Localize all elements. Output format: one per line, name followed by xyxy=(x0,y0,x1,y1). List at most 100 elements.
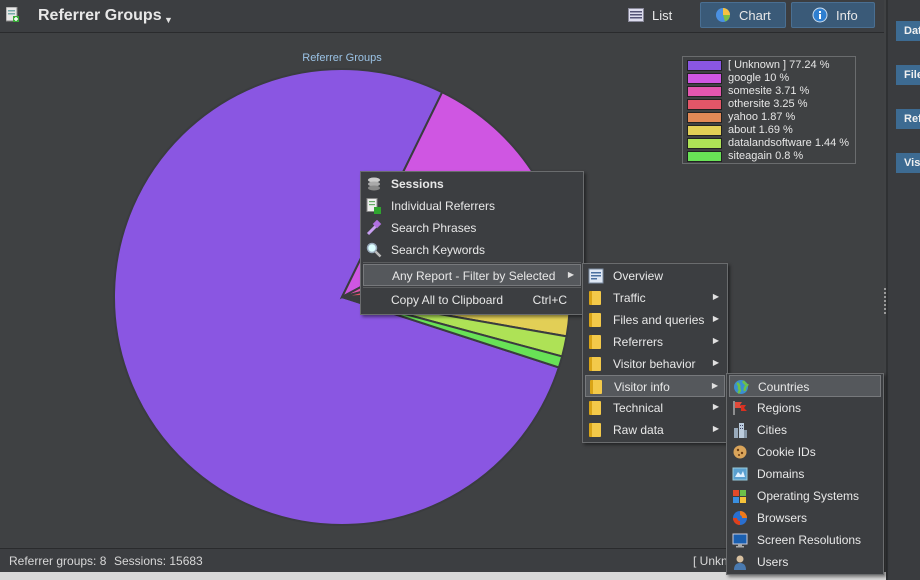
legend-swatch xyxy=(687,59,722,71)
menu-item-copy-all[interactable]: Copy All to Clipboard Ctrl+C xyxy=(363,289,581,311)
tools-icon xyxy=(366,220,382,236)
splitter-grip[interactable] xyxy=(884,288,886,314)
menu-item-label: Files and queries xyxy=(613,313,705,327)
legend-item: datalandsoftware 1.44 % xyxy=(687,137,849,149)
legend-label: datalandsoftware 1.44 % xyxy=(728,137,850,149)
legend-swatch xyxy=(687,111,722,123)
menu-item-label: Search Keywords xyxy=(391,243,486,257)
report-submenu: Overview Traffic ▶ Files and queries ▶ R… xyxy=(582,263,728,443)
menu-item-sessions[interactable]: Sessions xyxy=(363,173,581,195)
cookie-icon xyxy=(733,445,747,459)
menu-item-label: Overview xyxy=(613,269,664,283)
menu-item-regions[interactable]: Regions xyxy=(729,397,881,419)
menu-item-label: Copy All to Clipboard xyxy=(391,293,504,307)
side-tab-visitors[interactable]: Visi xyxy=(896,153,920,173)
menu-item-technical[interactable]: Technical ▶ xyxy=(585,397,725,419)
legend-item: somesite 3.71 % xyxy=(687,85,809,97)
legend-item: [ Unknown ] 77.24 % xyxy=(687,59,830,71)
menu-item-label: Countries xyxy=(758,380,810,394)
menu-item-visitor-info[interactable]: Visitor info ▶ xyxy=(585,375,725,397)
chevron-right-icon: ▶ xyxy=(712,292,719,301)
chevron-right-icon: ▶ xyxy=(712,358,719,367)
flag-icon xyxy=(733,401,747,415)
menu-item-overview[interactable]: Overview xyxy=(585,265,725,287)
menu-item-shortcut: Ctrl+C xyxy=(532,293,567,307)
menu-item-label: Domains xyxy=(757,467,805,481)
status-sessions: Sessions: 15683 xyxy=(114,554,203,568)
menu-item-label: Individual Referrers xyxy=(391,199,496,213)
menu-item-label: Operating Systems xyxy=(757,489,860,503)
menu-item-label: Cookie IDs xyxy=(757,445,816,459)
menu-item-label: Technical xyxy=(613,401,664,415)
monitor-icon xyxy=(732,533,748,548)
visitor-info-submenu: Countries Regions Cities Cookie IDs Doma… xyxy=(726,373,884,575)
status-groups: Referrer groups: 8 xyxy=(9,554,107,568)
legend-label: [ Unknown ] 77.24 % xyxy=(728,59,830,71)
menu-item-domains[interactable]: Domains xyxy=(729,463,881,485)
menu-item-label: Any Report - Filter by Selected xyxy=(392,269,556,283)
chevron-right-icon: ▶ xyxy=(712,402,719,411)
legend-item: yahoo 1.87 % xyxy=(687,111,795,123)
overview-icon xyxy=(588,268,604,284)
menu-item-label: Sessions xyxy=(391,177,444,191)
right-side-panel: Dat File Ref Visi xyxy=(886,0,920,580)
menu-item-visitor-behavior[interactable]: Visitor behavior ▶ xyxy=(585,353,725,375)
menu-item-operating-systems[interactable]: Operating Systems xyxy=(729,485,881,507)
menu-item-label: Browsers xyxy=(757,511,808,525)
menu-item-label: Cities xyxy=(757,423,788,437)
folder-icon xyxy=(589,357,601,371)
chevron-right-icon: ▶ xyxy=(712,314,719,323)
menu-item-search-keywords[interactable]: Search Keywords xyxy=(363,239,581,261)
legend-label: yahoo 1.87 % xyxy=(728,111,796,123)
menu-item-countries[interactable]: Countries xyxy=(729,375,881,397)
menu-item-any-report-filter[interactable]: Any Report - Filter by Selected ▶ xyxy=(363,264,581,286)
folder-icon xyxy=(589,291,601,305)
menu-item-label: Regions xyxy=(757,401,802,415)
side-tab-referrers[interactable]: Ref xyxy=(896,109,920,129)
menu-item-raw-data[interactable]: Raw data ▶ xyxy=(585,419,725,441)
browser-icon xyxy=(733,511,747,525)
menu-item-browsers[interactable]: Browsers xyxy=(729,507,881,529)
menu-item-traffic[interactable]: Traffic ▶ xyxy=(585,287,725,309)
menu-item-search-phrases[interactable]: Search Phrases xyxy=(363,217,581,239)
folder-icon xyxy=(589,335,601,349)
legend-label: othersite 3.25 % xyxy=(728,98,808,110)
menu-item-label: Visitor behavior xyxy=(613,357,696,371)
os-icon xyxy=(733,490,746,503)
city-icon xyxy=(734,423,747,438)
menu-item-referrers[interactable]: Referrers ▶ xyxy=(585,331,725,353)
menu-item-cookie-ids[interactable]: Cookie IDs xyxy=(729,441,881,463)
legend-item: othersite 3.25 % xyxy=(687,98,808,110)
menu-separator xyxy=(363,262,581,263)
user-icon xyxy=(734,555,746,570)
menu-item-files-and-queries[interactable]: Files and queries ▶ xyxy=(585,309,725,331)
chevron-right-icon: ▶ xyxy=(567,270,574,279)
folder-icon xyxy=(589,401,601,415)
context-menu: Sessions Individual Referrers Search Phr… xyxy=(360,171,584,315)
menu-item-label: Users xyxy=(757,555,789,569)
menu-item-label: Traffic xyxy=(613,291,646,305)
menu-item-cities[interactable]: Cities xyxy=(729,419,881,441)
side-tab-data[interactable]: Dat xyxy=(896,21,920,41)
legend-item: about 1.69 % xyxy=(687,124,793,136)
domain-icon xyxy=(732,467,748,481)
legend-label: somesite 3.71 % xyxy=(728,85,810,97)
legend-swatch xyxy=(687,98,722,110)
chevron-right-icon: ▶ xyxy=(711,381,718,390)
legend-swatch xyxy=(687,85,722,97)
legend-swatch xyxy=(687,124,722,136)
chart-legend: [ Unknown ] 77.24 % google 10 % somesite 3… xyxy=(682,56,856,164)
menu-item-users[interactable]: Users xyxy=(729,551,881,573)
legend-swatch xyxy=(687,150,722,162)
chevron-right-icon: ▶ xyxy=(712,424,719,433)
legend-label: google 10 % xyxy=(728,72,790,84)
menu-item-individual-referrers[interactable]: Individual Referrers xyxy=(363,195,581,217)
menu-item-label: Raw data xyxy=(613,423,664,437)
menu-item-label: Visitor info xyxy=(614,380,670,394)
magnifier-icon xyxy=(366,242,382,258)
folder-icon xyxy=(589,423,601,437)
stack-icon xyxy=(368,177,380,191)
side-tab-files[interactable]: File xyxy=(896,65,920,85)
menu-item-screen-resolutions[interactable]: Screen Resolutions xyxy=(729,529,881,551)
legend-item: google 10 % xyxy=(687,72,789,84)
